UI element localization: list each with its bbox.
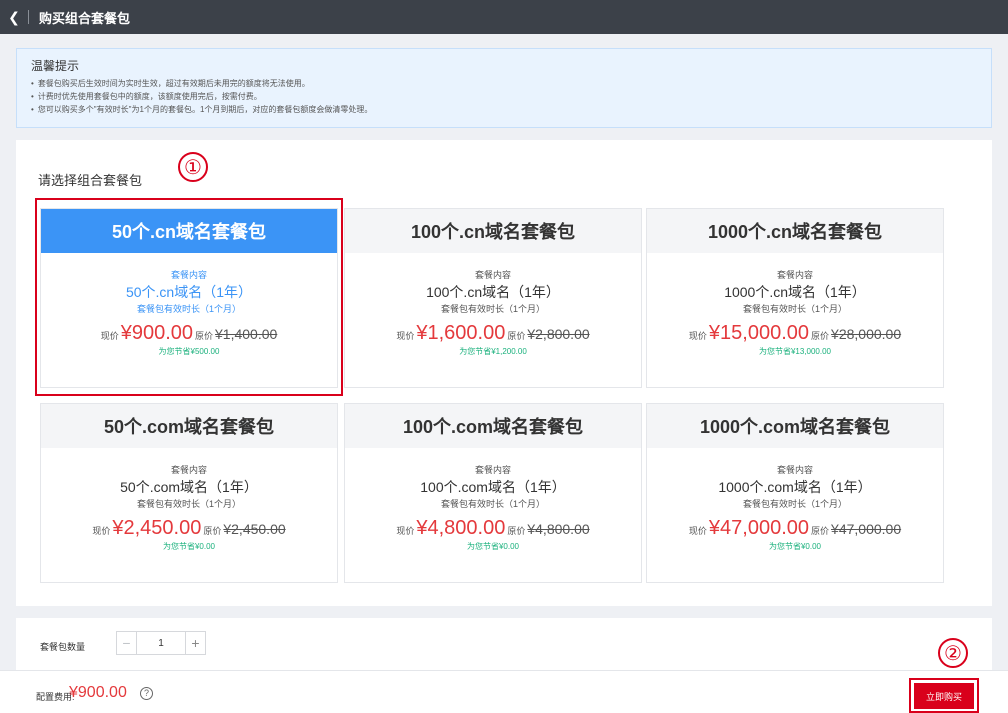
quantity-input[interactable] xyxy=(137,632,185,654)
card-title: 50个.cn域名套餐包 xyxy=(41,209,337,253)
question-circle-icon[interactable]: ? xyxy=(140,687,153,700)
current-price: ¥15,000.00 xyxy=(708,322,810,344)
package-card-1000-cn[interactable]: 1000个.cn域名套餐包 套餐内容 1000个.cn域名（1年） 套餐包有效时… xyxy=(646,208,944,388)
current-price-label: 现价 xyxy=(100,331,119,341)
card-body: 套餐内容 50个.com域名（1年） 套餐包有效时长（1个月） 现价 ¥2,450… xyxy=(41,448,337,552)
tip-item: 套餐包购买后生效时间为实时生效，超过有效期后未用完的额度将无法使用。 xyxy=(31,77,977,90)
page-title: 购买组合套餐包 xyxy=(39,10,131,26)
tips-panel: 温馨提示 套餐包购买后生效时间为实时生效，超过有效期后未用完的额度将无法使用。 … xyxy=(16,48,992,128)
card-body: 套餐内容 50个.cn域名（1年） 套餐包有效时长（1个月） 现价 ¥900.00… xyxy=(41,253,337,357)
saving-text: 为您节省¥500.00 xyxy=(158,347,220,356)
domain-count: 100个.com域名（1年） xyxy=(420,479,566,495)
buy-now-button[interactable]: 立即购买 xyxy=(914,683,974,709)
package-card-1000-com[interactable]: 1000个.com域名套餐包 套餐内容 1000个.com域名（1年） 套餐包有… xyxy=(646,403,944,583)
package-card-50-cn[interactable]: 50个.cn域名套餐包 套餐内容 50个.cn域名（1年） 套餐包有效时长（1个… xyxy=(40,208,338,388)
decrement-button[interactable]: − xyxy=(117,632,137,654)
current-price: ¥2,450.00 xyxy=(112,517,202,539)
package-card-100-com[interactable]: 100个.com域名套餐包 套餐内容 100个.com域名（1年） 套餐包有效时… xyxy=(344,403,642,583)
price-line: 现价 ¥47,000.00 原价 ¥47,000.00 xyxy=(647,517,943,542)
card-body: 套餐内容 100个.com域名（1年） 套餐包有效时长（1个月） 现价 ¥4,80… xyxy=(345,448,641,552)
current-price-label: 现价 xyxy=(92,526,111,536)
saving-text: 为您节省¥13,000.00 xyxy=(758,347,832,356)
domain-count: 50个.com域名（1年） xyxy=(120,479,258,495)
saving-text: 为您节省¥0.00 xyxy=(768,542,822,551)
card-body: 套餐内容 1000个.cn域名（1年） 套餐包有效时长（1个月） 现价 ¥15,0… xyxy=(647,253,943,357)
validity-text: 套餐包有效时长（1个月） xyxy=(440,304,545,314)
current-price: ¥4,800.00 xyxy=(416,517,506,539)
fee-amount: ¥900.00 xyxy=(69,684,127,701)
saving-text: 为您节省¥1,200.00 xyxy=(459,347,527,356)
original-price-label: 原价 xyxy=(195,331,214,341)
saving-text: 为您节省¥0.00 xyxy=(162,542,216,551)
footer-bar: 配置费用: ¥900.00 ? xyxy=(0,670,1008,713)
domain-count: 100个.cn域名（1年） xyxy=(426,284,560,300)
annotation-marker-2: ② xyxy=(938,638,968,668)
chevron-left-icon[interactable]: ❮ xyxy=(0,9,28,26)
quantity-stepper: − + xyxy=(116,631,206,655)
original-price: ¥28,000.00 xyxy=(831,326,902,342)
package-card-50-com[interactable]: 50个.com域名套餐包 套餐内容 50个.com域名（1年） 套餐包有效时长（… xyxy=(40,403,338,583)
card-title: 100个.com域名套餐包 xyxy=(345,404,641,448)
domain-count: 50个.cn域名（1年） xyxy=(125,284,253,300)
tips-list: 套餐包购买后生效时间为实时生效，超过有效期后未用完的额度将无法使用。 计费时优先… xyxy=(31,77,977,116)
original-price-label: 原价 xyxy=(507,526,526,536)
price-line: 现价 ¥4,800.00 原价 ¥4,800.00 xyxy=(345,517,641,542)
content-label: 套餐内容 xyxy=(776,270,813,280)
price-line: 现价 ¥1,600.00 原价 ¥2,800.00 xyxy=(345,322,641,347)
original-price-label: 原价 xyxy=(811,331,830,341)
card-title: 50个.com域名套餐包 xyxy=(41,404,337,448)
current-price-label: 现价 xyxy=(688,526,707,536)
original-price: ¥4,800.00 xyxy=(527,521,590,537)
tip-item: 计费时优先使用套餐包中的额度，该额度使用完后，按需付费。 xyxy=(31,90,977,103)
content-label: 套餐内容 xyxy=(474,270,511,280)
card-body: 套餐内容 1000个.com域名（1年） 套餐包有效时长（1个月） 现价 ¥47,… xyxy=(647,448,943,552)
original-price: ¥1,400.00 xyxy=(215,326,278,342)
validity-text: 套餐包有效时长（1个月） xyxy=(742,304,847,314)
section-label: 请选择组合套餐包 xyxy=(38,173,143,188)
original-price: ¥47,000.00 xyxy=(831,521,902,537)
tips-title: 温馨提示 xyxy=(31,59,80,73)
domain-count: 1000个.cn域名（1年） xyxy=(724,284,866,300)
current-price: ¥1,600.00 xyxy=(416,322,506,344)
content-label: 套餐内容 xyxy=(776,465,813,475)
saving-text: 为您节省¥0.00 xyxy=(466,542,520,551)
original-price-label: 原价 xyxy=(811,526,830,536)
current-price: ¥47,000.00 xyxy=(708,517,810,539)
current-price-label: 现价 xyxy=(688,331,707,341)
current-price: ¥900.00 xyxy=(120,322,193,344)
current-price-label: 现价 xyxy=(396,526,415,536)
top-bar: ❮ 购买组合套餐包 xyxy=(0,0,1008,34)
quantity-panel: 套餐包数量 − + xyxy=(16,618,992,670)
card-title: 1000个.cn域名套餐包 xyxy=(647,209,943,253)
price-line: 现价 ¥2,450.00 原价 ¥2,450.00 xyxy=(41,517,337,542)
original-price-label: 原价 xyxy=(507,331,526,341)
package-card-100-cn[interactable]: 100个.cn域名套餐包 套餐内容 100个.cn域名（1年） 套餐包有效时长（… xyxy=(344,208,642,388)
card-title: 1000个.com域名套餐包 xyxy=(647,404,943,448)
tip-item: 您可以购买多个"有效时长"为1个月的套餐包。1个月到期后，对应的套餐包额度会做清… xyxy=(31,103,977,116)
quantity-label: 套餐包数量 xyxy=(40,642,86,652)
content-label: 套餐内容 xyxy=(170,465,207,475)
card-body: 套餐内容 100个.cn域名（1年） 套餐包有效时长（1个月） 现价 ¥1,600… xyxy=(345,253,641,357)
original-price: ¥2,800.00 xyxy=(527,326,590,342)
validity-text: 套餐包有效时长（1个月） xyxy=(440,499,545,509)
price-line: 现价 ¥900.00 原价 ¥1,400.00 xyxy=(41,322,337,347)
current-price-label: 现价 xyxy=(396,331,415,341)
content-label: 套餐内容 xyxy=(474,465,511,475)
original-price-label: 原价 xyxy=(203,526,222,536)
domain-count: 1000个.com域名（1年） xyxy=(718,479,872,495)
card-title: 100个.cn域名套餐包 xyxy=(345,209,641,253)
price-line: 现价 ¥15,000.00 原价 ¥28,000.00 xyxy=(647,322,943,347)
validity-text: 套餐包有效时长（1个月） xyxy=(742,499,847,509)
divider xyxy=(28,10,29,24)
validity-text: 套餐包有效时长（1个月） xyxy=(136,304,241,314)
annotation-marker-1: ① xyxy=(178,152,208,182)
increment-button[interactable]: + xyxy=(185,632,205,654)
original-price: ¥2,450.00 xyxy=(223,521,286,537)
content-label: 套餐内容 xyxy=(170,270,207,280)
validity-text: 套餐包有效时长（1个月） xyxy=(136,499,241,509)
